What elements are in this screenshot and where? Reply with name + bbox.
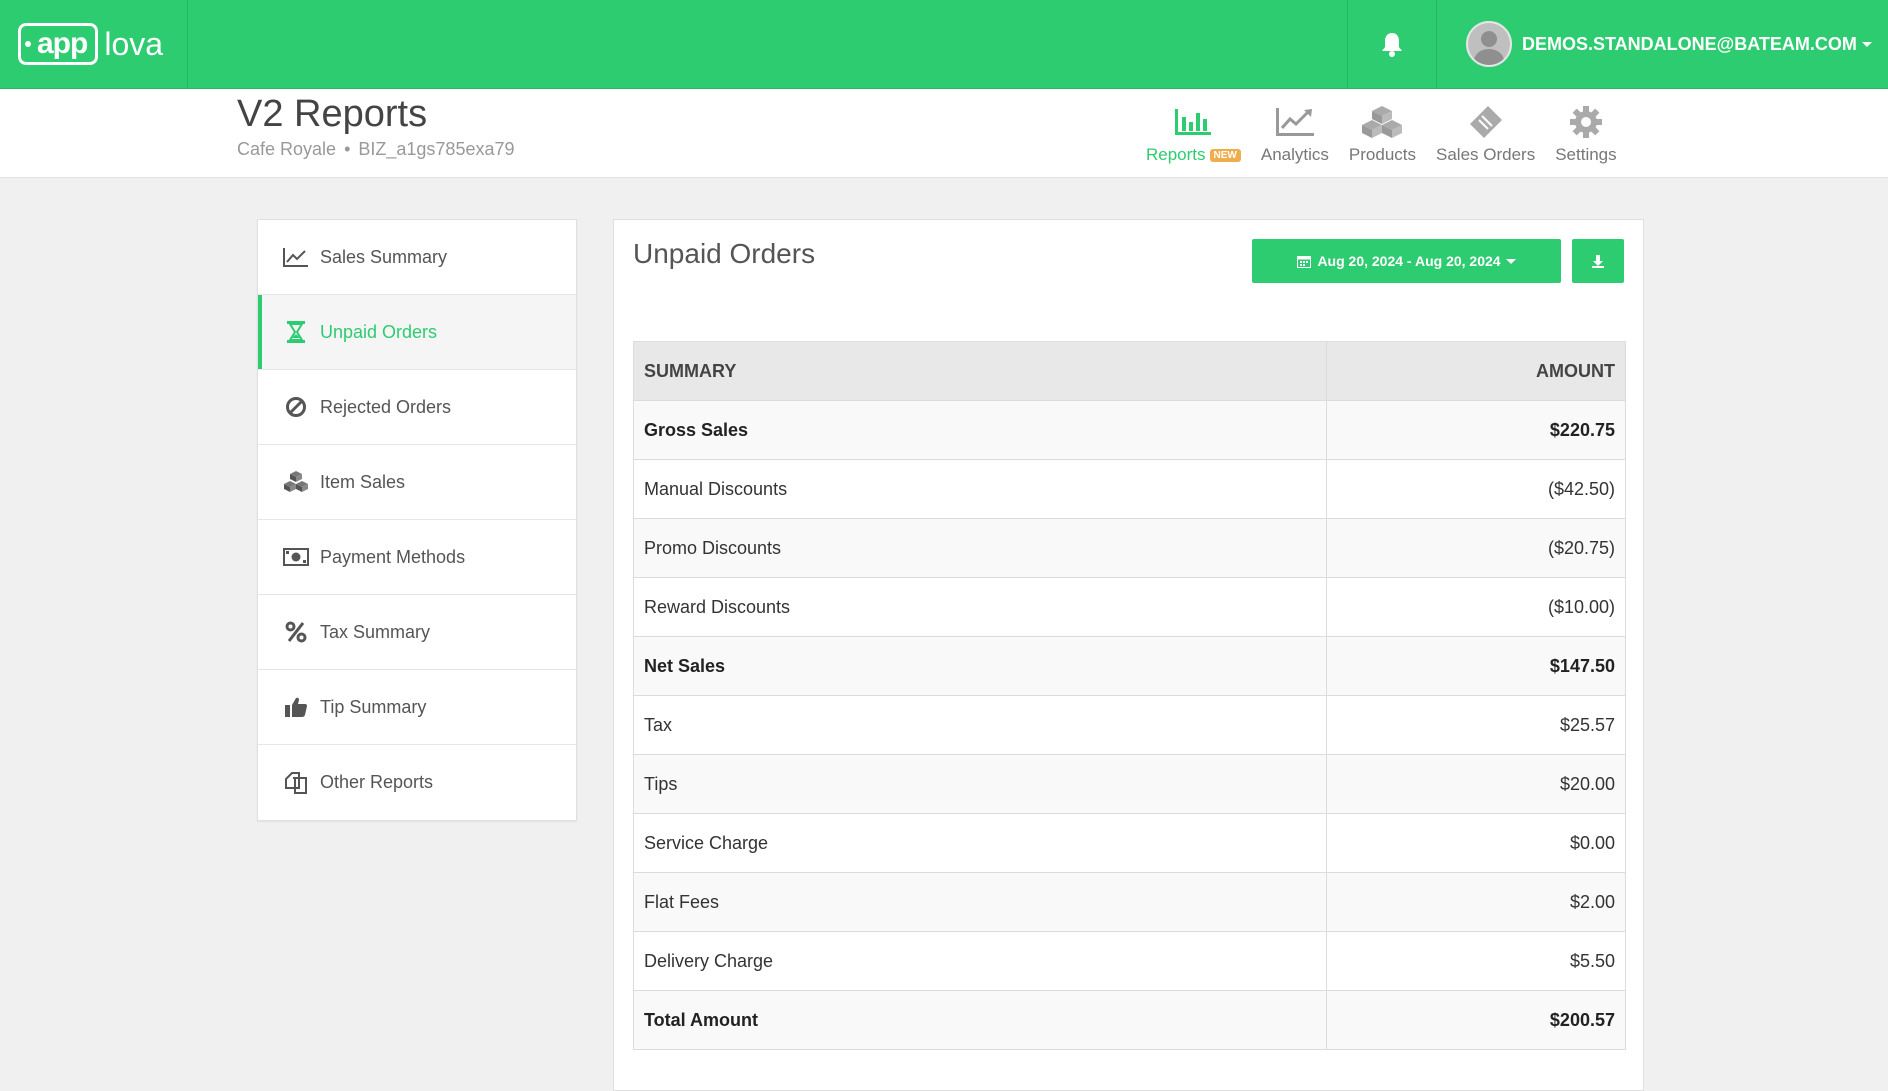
row-amount: $220.75 (1326, 400, 1626, 460)
row-amount: ($42.50) (1326, 459, 1626, 519)
calendar-icon (1297, 255, 1312, 268)
new-badge: NEW (1209, 149, 1241, 163)
row-label: Tips (633, 754, 1327, 814)
row-label: Net Sales (633, 636, 1327, 696)
row-label: Promo Discounts (633, 518, 1327, 578)
sidebar-item-label: Other Reports (320, 772, 434, 792)
nav-products[interactable]: Products (1349, 99, 1416, 165)
breadcrumb: Cafe Royale • BIZ_a1gs785exa79 (237, 139, 515, 159)
table-row: Tax $25.57 (633, 695, 1626, 755)
sidebar-item-label: Payment Methods (320, 546, 466, 567)
row-label: Gross Sales (633, 400, 1327, 460)
copy-icon (285, 771, 307, 794)
nav-reports[interactable]: Reports NEW (1146, 99, 1241, 165)
chevron-down-icon (1861, 41, 1872, 47)
row-amount: $20.00 (1326, 754, 1626, 814)
sidebar-item-payment-methods[interactable]: Payment Methods (258, 520, 576, 595)
cubes-icon (1362, 106, 1403, 138)
table-row: Service Charge $0.00 (633, 813, 1626, 873)
row-label: Delivery Charge (633, 931, 1327, 991)
report-panel: Unpaid Orders Aug 20, 2024 - Aug 20, 202… (613, 219, 1644, 1091)
bar-chart-icon (1175, 109, 1212, 135)
row-label: Total Amount (633, 990, 1327, 1050)
column-header-summary: SUMMARY (633, 341, 1327, 401)
report-title: Unpaid Orders (633, 238, 816, 269)
table-header-row: SUMMARY AMOUNT (633, 341, 1626, 401)
logo-text: lova (104, 25, 164, 62)
avatar (1466, 21, 1512, 67)
download-icon (1592, 255, 1604, 268)
main-nav: Reports NEW Analytics Products Sales Ord… (1146, 99, 1637, 165)
row-amount: $2.00 (1326, 872, 1626, 932)
sidebar-item-label: Tip Summary (320, 696, 427, 717)
user-menu[interactable]: DEMOS.STANDALONE@BATEAM.COM (1466, 0, 1872, 88)
date-range-value: Aug 20, 2024 - Aug 20, 2024 (1317, 253, 1501, 269)
sidebar-item-label: Unpaid Orders (320, 321, 438, 342)
chevron-down-icon (1505, 258, 1516, 264)
money-icon (283, 548, 309, 566)
sidebar-item-label: Tax Summary (320, 621, 431, 642)
download-button[interactable] (1572, 239, 1624, 283)
sidebar-item-rejected-orders[interactable]: Rejected Orders (258, 370, 576, 445)
percent-icon (285, 621, 307, 643)
nav-analytics[interactable]: Analytics (1261, 99, 1329, 165)
row-label: Service Charge (633, 813, 1327, 873)
table-row: Gross Sales $220.75 (633, 400, 1626, 460)
row-amount: $0.00 (1326, 813, 1626, 873)
date-range-picker[interactable]: Aug 20, 2024 - Aug 20, 2024 (1252, 239, 1561, 283)
gear-icon (1569, 106, 1602, 138)
table-row: Promo Discounts ($20.75) (633, 518, 1626, 578)
logo[interactable]: app lova (0, 0, 188, 88)
line-chart-icon (283, 248, 308, 267)
nav-sales-orders[interactable]: Sales Orders (1436, 99, 1535, 165)
sidebar-item-item-sales[interactable]: Item Sales (258, 445, 576, 520)
thumbs-up-icon (285, 697, 307, 717)
table-row: Delivery Charge $5.50 (633, 931, 1626, 991)
row-label: Tax (633, 695, 1327, 755)
sidebar-item-tax-summary[interactable]: Tax Summary (258, 595, 576, 670)
notifications-button[interactable] (1347, 0, 1437, 88)
sidebar-item-unpaid-orders[interactable]: Unpaid Orders (258, 295, 576, 370)
row-amount: $5.50 (1326, 931, 1626, 991)
sidebar-item-other-reports[interactable]: Other Reports (258, 745, 576, 820)
table-row: Total Amount $200.57 (633, 990, 1626, 1050)
table-row: Reward Discounts ($10.00) (633, 577, 1626, 637)
ticket-icon (1469, 106, 1502, 138)
row-amount: ($20.75) (1326, 518, 1626, 578)
row-label: Reward Discounts (633, 577, 1327, 637)
row-amount: $25.57 (1326, 695, 1626, 755)
row-label: Flat Fees (633, 872, 1327, 932)
bell-icon (1382, 33, 1402, 57)
row-amount: $147.50 (1326, 636, 1626, 696)
table-row: Manual Discounts ($42.50) (633, 459, 1626, 519)
page-header: V2 Reports Cafe Royale • BIZ_a1gs785exa79 … (0, 89, 1888, 178)
ban-icon (286, 397, 306, 417)
logo-mark: app (18, 23, 99, 65)
sidebar-item-label: Item Sales (320, 471, 406, 492)
sidebar-item-tip-summary[interactable]: Tip Summary (258, 670, 576, 745)
nav-settings[interactable]: Settings (1555, 99, 1617, 165)
table-row: Net Sales $147.50 (633, 636, 1626, 696)
table-row: Flat Fees $2.00 (633, 872, 1626, 932)
cubes-icon (284, 471, 308, 492)
sidebar-item-label: Rejected Orders (320, 396, 452, 417)
row-amount: $200.57 (1326, 990, 1626, 1050)
column-header-amount: AMOUNT (1326, 341, 1626, 401)
row-label: Manual Discounts (633, 459, 1327, 519)
hourglass-icon (287, 321, 305, 343)
sidebar-item-label: Sales Summary (320, 246, 448, 267)
business-id: BIZ_a1gs785exa79 (358, 139, 515, 159)
top-bar: app lova DEMOS.STANDALONE@BATEAM.COM (0, 0, 1888, 89)
summary-table: SUMMARY AMOUNT Gross Sales $220.75 Manual … (633, 341, 1626, 1050)
report-sidebar: Sales Summary Unpaid Orders Rejected Ord… (257, 219, 577, 821)
line-chart-icon (1275, 108, 1314, 136)
row-amount: ($10.00) (1326, 577, 1626, 637)
table-row: Tips $20.00 (633, 754, 1626, 814)
business-name: Cafe Royale (237, 139, 337, 159)
user-email: DEMOS.STANDALONE@BATEAM.COM (1522, 33, 1857, 54)
page-title: V2 Reports (237, 93, 428, 135)
sidebar-item-sales-summary[interactable]: Sales Summary (258, 220, 576, 295)
